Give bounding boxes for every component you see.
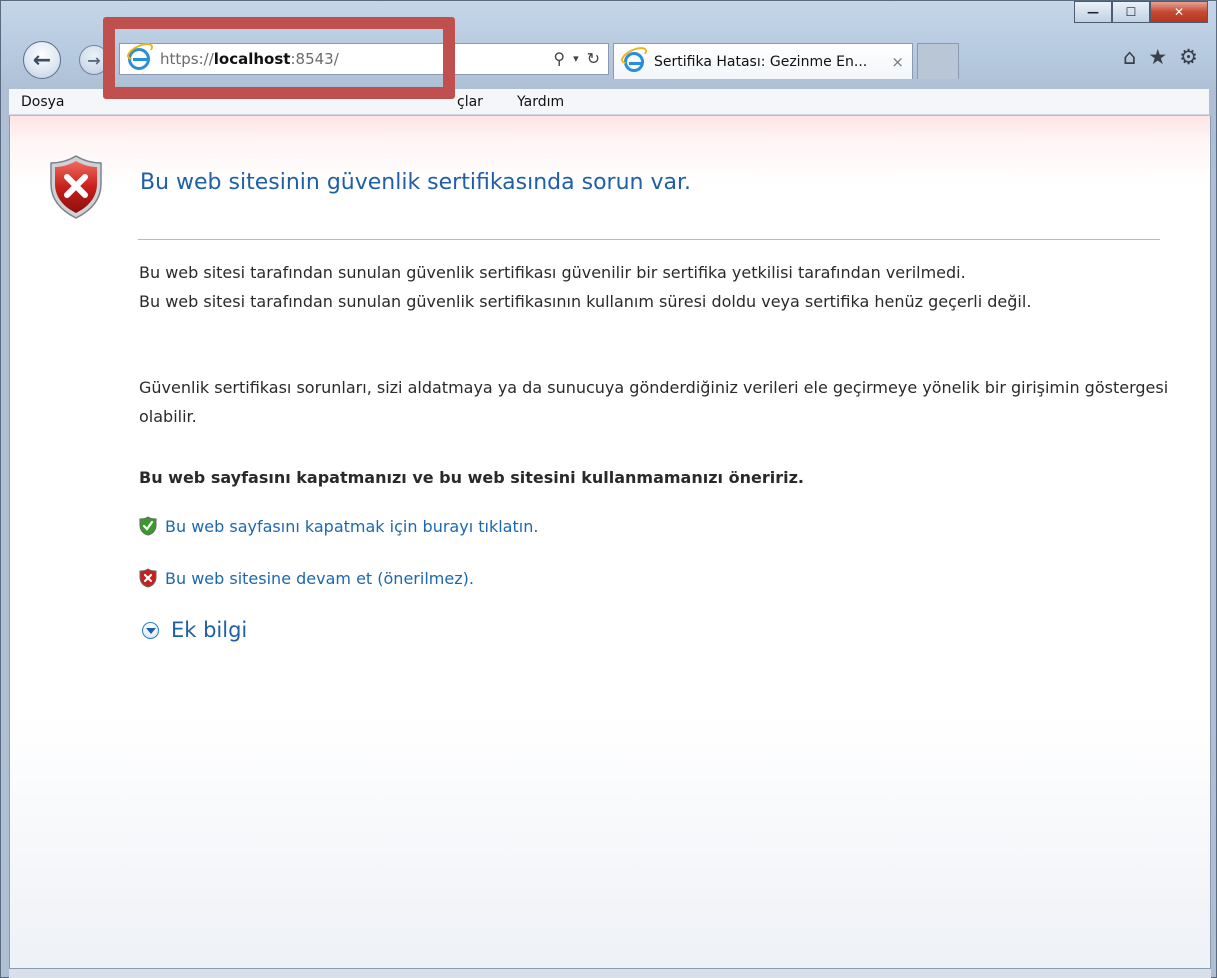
close-page-link[interactable]: Bu web sayfasını kapatmak için burayı tı… [139, 516, 538, 536]
tab-certificate-error[interactable]: Sertifika Hatası: Gezinme En... × [613, 43, 913, 79]
favorites-star-icon[interactable]: ★ [1148, 45, 1167, 69]
status-bar [9, 969, 1211, 978]
chevron-down-icon [142, 621, 159, 639]
security-warning-text: Güvenlik sertifikası sorunları, sizi ald… [139, 378, 1169, 426]
maximize-button[interactable]: ☐ [1112, 1, 1150, 23]
recommendation-text: Bu web sayfasını kapatmanızı ve bu web s… [139, 468, 804, 487]
browser-window: ← → https://localhost:8543/ ⚲ ▾ ↻ Sertif… [0, 0, 1217, 978]
page-title: Bu web sitesinin güvenlik sertifikasında… [140, 170, 691, 195]
divider [138, 239, 1160, 240]
red-highlight-box [103, 17, 455, 99]
back-button[interactable]: ← [23, 41, 61, 79]
close-page-link-text[interactable]: Bu web sayfasını kapatmak için burayı tı… [165, 517, 538, 536]
close-window-button[interactable]: ✕ [1150, 1, 1208, 23]
menu-dosya[interactable]: Dosya [13, 94, 73, 110]
gear-icon[interactable]: ⚙ [1179, 45, 1198, 69]
browser-toolbar-icons: ⌂ ★ ⚙ [1123, 45, 1198, 69]
tab-close-icon[interactable]: × [891, 53, 904, 71]
continue-site-link-text[interactable]: Bu web sitesine devam et (önerilmez). [165, 569, 474, 588]
tab-ie-icon [624, 51, 644, 72]
refresh-icon[interactable]: ↻ [587, 49, 600, 68]
continue-site-link[interactable]: Bu web sitesine devam et (önerilmez). [139, 568, 474, 588]
green-shield-icon [139, 516, 157, 536]
page-content: Bu web sitesinin güvenlik sertifikasında… [9, 116, 1211, 969]
address-tools: ⚲ ▾ ↻ [553, 49, 600, 68]
red-shield-icon [139, 568, 157, 588]
home-icon[interactable]: ⌂ [1123, 45, 1136, 69]
new-tab-button[interactable] [917, 43, 959, 79]
untrusted-issuer-text: Bu web sitesi tarafından sunulan güvenli… [139, 263, 966, 282]
dropdown-icon[interactable]: ▾ [573, 52, 579, 68]
menu-araclar[interactable]: çlar [449, 94, 491, 110]
minimize-button[interactable]: — [1074, 1, 1112, 23]
back-arrow-icon: ← [32, 47, 52, 73]
tab-title: Sertifika Hatası: Gezinme En... [654, 53, 868, 70]
menu-yardim[interactable]: Yardım [509, 94, 572, 110]
cert-issue-description: Bu web sitesi tarafından sunulan güvenli… [139, 258, 1169, 316]
expired-cert-text: Bu web sitesi tarafından sunulan güvenli… [139, 292, 1032, 311]
forward-arrow-icon: → [87, 50, 101, 70]
search-icon[interactable]: ⚲ [553, 49, 565, 68]
more-info-toggle[interactable]: Ek bilgi [142, 618, 247, 642]
more-info-label[interactable]: Ek bilgi [171, 618, 247, 642]
error-shield-icon [50, 155, 102, 219]
window-controls: — ☐ ✕ [1074, 1, 1208, 23]
